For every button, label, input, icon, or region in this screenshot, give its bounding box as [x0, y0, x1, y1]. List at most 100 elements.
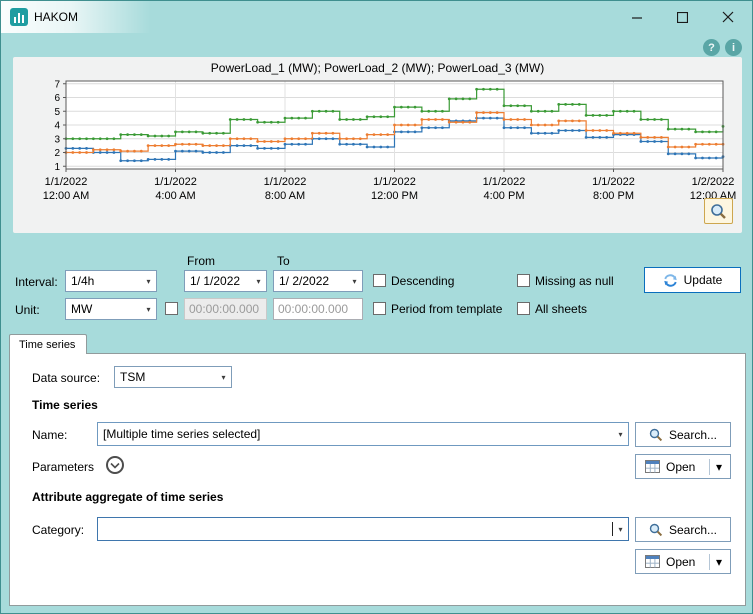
- help-glyph: ?: [708, 42, 715, 54]
- split-divider: [709, 554, 710, 570]
- from-date-picker[interactable]: 1/ 1/2022 ▾: [184, 270, 267, 292]
- chevron-down-icon: ▾: [613, 430, 628, 439]
- category-search-button[interactable]: Search...: [635, 517, 731, 542]
- chevron-down-icon: ▾: [141, 305, 156, 314]
- time-series-panel: Data source: TSM ▾ Time series Name: [Mu…: [9, 353, 746, 606]
- missing-as-null-checkbox[interactable]: [517, 274, 530, 287]
- svg-text:4:00 AM: 4:00 AM: [155, 190, 195, 202]
- interval-value: 1/4h: [66, 274, 141, 288]
- info-glyph: i: [732, 42, 735, 54]
- chart-plot: 1 2 3 4 5 6 7 1/1/2022 12:00 AM 1/1/2022 4:00 AM 1/…: [13, 77, 742, 217]
- interval-select[interactable]: 1/4h ▾: [65, 270, 157, 292]
- name-label: Name:: [32, 428, 67, 442]
- name-open-button[interactable]: Open ▾: [635, 454, 731, 479]
- parameters-expander-button[interactable]: [106, 456, 124, 474]
- from-date-value: 1/ 1/2022: [185, 274, 251, 288]
- name-search-button[interactable]: Search...: [635, 422, 731, 447]
- to-date-picker[interactable]: 1/ 2/2022 ▾: [273, 270, 363, 292]
- name-open-label: Open: [666, 460, 695, 474]
- to-label: To: [277, 254, 290, 268]
- minimize-button[interactable]: [615, 1, 660, 33]
- all-sheets-checkbox[interactable]: [517, 302, 530, 315]
- svg-text:4:00 PM: 4:00 PM: [484, 190, 525, 202]
- name-value: [Multiple time series selected]: [98, 427, 613, 441]
- info-icon[interactable]: i: [725, 39, 742, 56]
- to-date-value: 1/ 2/2022: [274, 274, 347, 288]
- search-icon: [649, 428, 663, 442]
- app-logo-icon: [10, 8, 28, 26]
- chart-title: PowerLoad_1 (MW); PowerLoad_2 (MW); Powe…: [13, 61, 742, 75]
- tab-time-series-label: Time series: [19, 339, 75, 351]
- category-open-label: Open: [666, 555, 695, 569]
- split-divider: [709, 459, 710, 475]
- tab-time-series[interactable]: Time series: [9, 334, 87, 354]
- chart-zoom-button[interactable]: [704, 198, 733, 224]
- titlebar[interactable]: HAKOM: [1, 1, 752, 33]
- svg-text:1/1/2022: 1/1/2022: [45, 176, 88, 188]
- svg-text:1/1/2022: 1/1/2022: [373, 176, 416, 188]
- descending-label[interactable]: Descending: [391, 274, 454, 288]
- parameters-label: Parameters: [32, 460, 94, 474]
- chevron-down-icon: ▾: [141, 277, 156, 286]
- help-icon[interactable]: ?: [703, 39, 720, 56]
- svg-text:12:00 AM: 12:00 AM: [43, 190, 89, 202]
- unit-select[interactable]: MW ▾: [65, 298, 157, 320]
- data-source-value: TSM: [115, 370, 216, 384]
- descending-checkbox[interactable]: [373, 274, 386, 287]
- close-button[interactable]: [705, 1, 750, 33]
- time-series-heading: Time series: [32, 398, 98, 412]
- svg-text:3: 3: [54, 134, 60, 145]
- chevron-down-icon[interactable]: ▾: [716, 555, 730, 569]
- svg-text:8:00 AM: 8:00 AM: [265, 190, 305, 202]
- chevron-down-icon: ▾: [216, 373, 231, 382]
- svg-text:1/1/2022: 1/1/2022: [264, 176, 307, 188]
- period-from-template-label[interactable]: Period from template: [391, 302, 502, 316]
- chart-panel: PowerLoad_1 (MW); PowerLoad_2 (MW); Powe…: [13, 57, 742, 233]
- chevron-down-icon: ▾: [347, 277, 362, 286]
- minimize-icon: [632, 12, 643, 23]
- app-window: HAKOM ? i PowerLoad_1 (MW); PowerLoad_2 …: [0, 0, 753, 614]
- data-source-label: Data source:: [32, 371, 100, 385]
- name-combobox[interactable]: [Multiple time series selected] ▾: [97, 422, 629, 446]
- attribute-aggregate-heading: Attribute aggregate of time series: [32, 490, 223, 504]
- table-icon: [645, 555, 660, 568]
- update-button[interactable]: Update: [644, 267, 741, 293]
- time-from-field: 00:00:00.000: [184, 298, 267, 320]
- category-combobox[interactable]: ▾: [97, 517, 629, 541]
- close-icon: [722, 11, 734, 23]
- table-icon: [645, 460, 660, 473]
- update-button-label: Update: [684, 273, 723, 287]
- chevron-down-icon: [110, 462, 120, 469]
- chevron-down-icon: ▾: [613, 525, 628, 534]
- svg-text:1/1/2022: 1/1/2022: [483, 176, 526, 188]
- svg-text:1/2/2022: 1/2/2022: [692, 176, 735, 188]
- window-title: HAKOM: [34, 1, 78, 33]
- time-to-field[interactable]: 00:00:00.000: [273, 298, 363, 320]
- time-to-value: 00:00:00.000: [278, 302, 348, 316]
- svg-text:1: 1: [54, 162, 60, 173]
- svg-text:5: 5: [54, 107, 60, 118]
- data-source-select[interactable]: TSM ▾: [114, 366, 232, 388]
- unit-value: MW: [66, 302, 141, 316]
- time-from-value: 00:00:00.000: [189, 302, 259, 316]
- period-from-template-checkbox[interactable]: [373, 302, 386, 315]
- chevron-down-icon[interactable]: ▾: [716, 460, 730, 474]
- svg-text:8:00 PM: 8:00 PM: [593, 190, 634, 202]
- missing-as-null-label[interactable]: Missing as null: [535, 274, 614, 288]
- name-search-label: Search...: [669, 428, 717, 442]
- svg-text:6: 6: [54, 93, 60, 104]
- all-sheets-label[interactable]: All sheets: [535, 302, 587, 316]
- svg-text:1/1/2022: 1/1/2022: [592, 176, 635, 188]
- refresh-icon: [663, 273, 678, 288]
- maximize-button[interactable]: [660, 1, 705, 33]
- category-search-label: Search...: [669, 523, 717, 537]
- search-icon: [649, 523, 663, 537]
- interval-label: Interval:: [15, 275, 58, 289]
- svg-text:2: 2: [54, 148, 60, 159]
- svg-text:7: 7: [54, 79, 60, 90]
- unit-label: Unit:: [15, 303, 40, 317]
- maximize-icon: [677, 12, 688, 23]
- category-open-button[interactable]: Open ▾: [635, 549, 731, 574]
- svg-text:4: 4: [54, 121, 60, 132]
- time-range-checkbox[interactable]: [165, 302, 178, 315]
